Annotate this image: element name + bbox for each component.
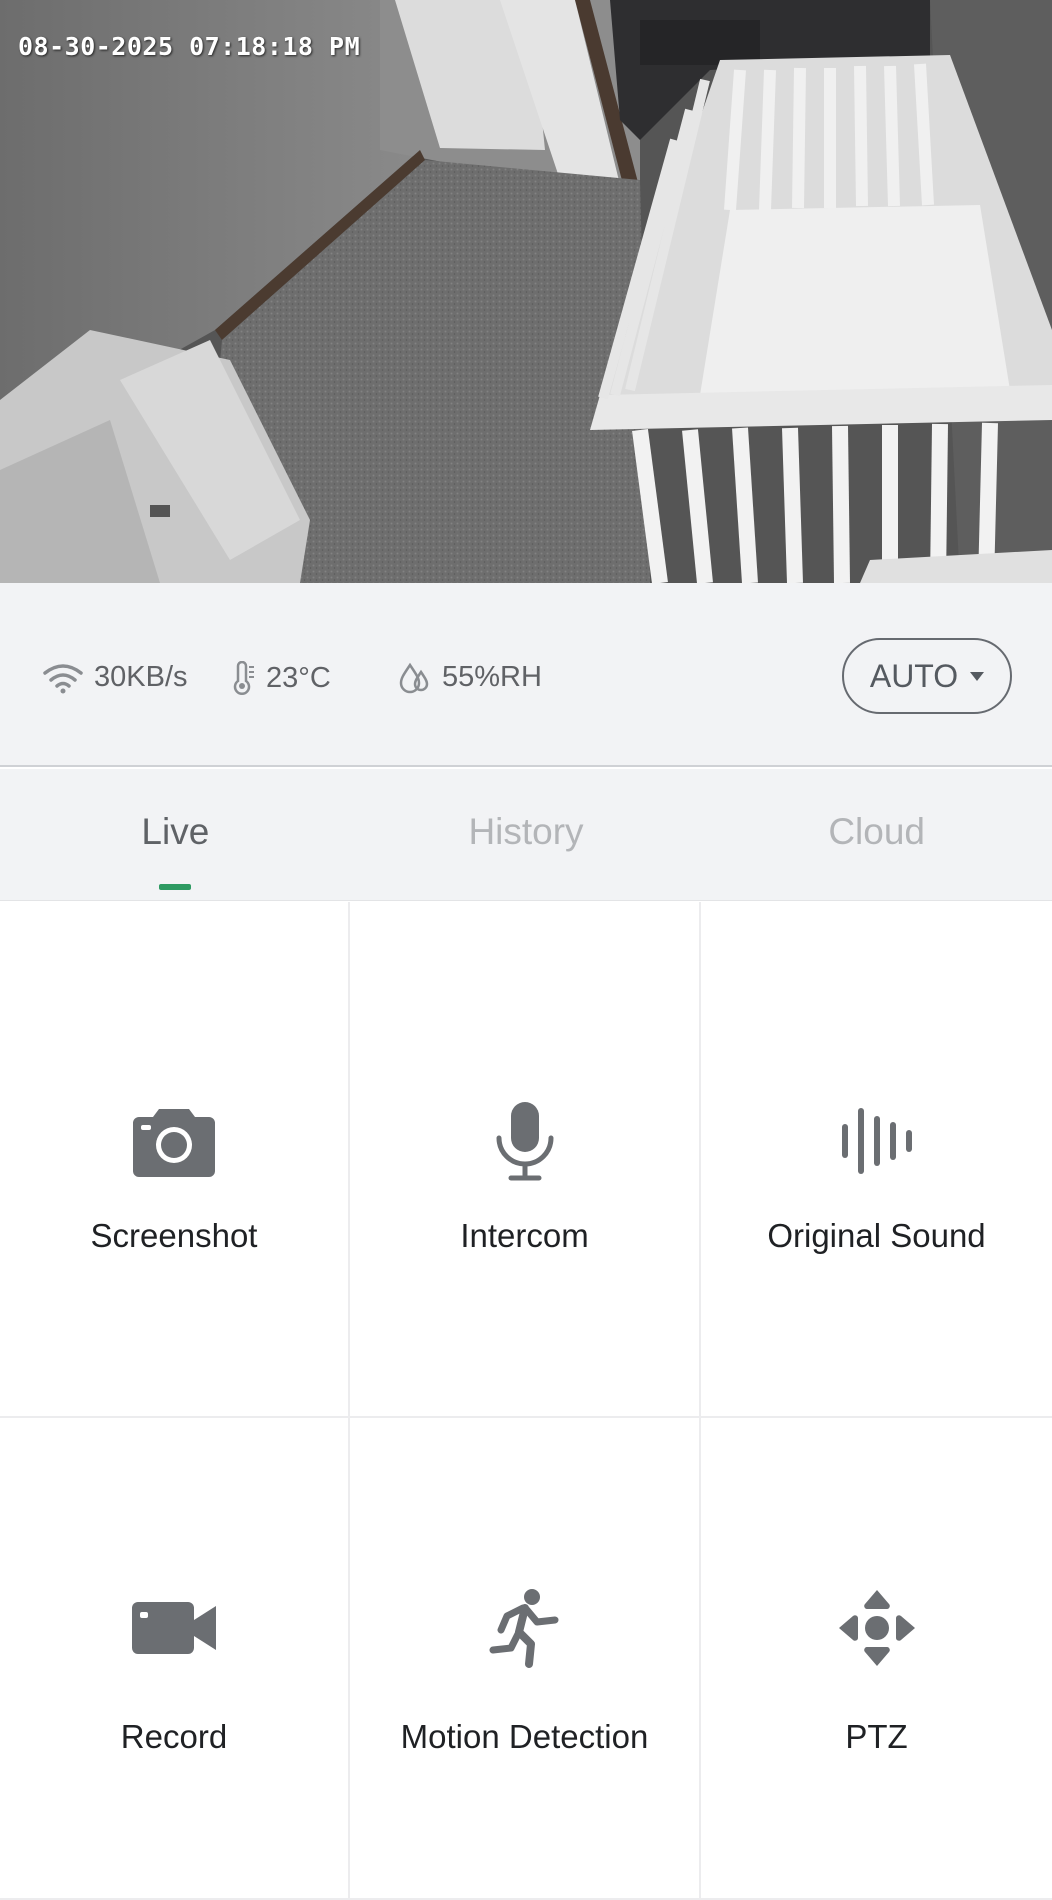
temperature-value: 23°C: [266, 661, 331, 694]
ptz-button[interactable]: PTZ: [701, 1418, 1052, 1900]
screenshot-label: Screenshot: [90, 1217, 258, 1254]
screenshot-button[interactable]: Screenshot: [0, 902, 350, 1418]
network-speed: 30KB/s: [42, 661, 188, 694]
running-person-icon: [480, 1583, 570, 1673]
camera-icon: [129, 1096, 219, 1186]
tab-live[interactable]: Live: [0, 769, 351, 900]
active-tab-indicator: [159, 884, 192, 890]
original-sound-button[interactable]: Original Sound: [701, 902, 1052, 1418]
intercom-button[interactable]: Intercom: [350, 902, 701, 1418]
record-label: Record: [120, 1718, 228, 1755]
camera-timestamp: 08-30-2025 07:18:18 PM: [18, 32, 361, 61]
ptz-arrows-icon: [832, 1583, 922, 1673]
caret-down-icon: [970, 671, 985, 681]
sound-wave-icon: [832, 1096, 922, 1186]
wifi-icon: [42, 662, 84, 694]
camera-app: 08-30-2025 07:18:18 PM 30KB/s 23°C 55%RH…: [0, 0, 1052, 1900]
video-quality-dropdown[interactable]: AUTO: [842, 638, 1012, 714]
speed-value: 30KB/s: [94, 661, 188, 693]
original-sound-label: Original Sound: [767, 1217, 986, 1254]
tab-history-label: History: [468, 811, 584, 852]
motion-detection-label: Motion Detection: [400, 1718, 649, 1755]
humidity-value: 55%RH: [442, 661, 542, 693]
intercom-label: Intercom: [460, 1217, 589, 1254]
motion-detection-button[interactable]: Motion Detection: [350, 1418, 701, 1900]
camera-live-view[interactable]: 08-30-2025 07:18:18 PM: [0, 0, 1052, 583]
record-button[interactable]: Record: [0, 1418, 350, 1900]
status-bar: 30KB/s 23°C 55%RH AUTO: [0, 583, 1052, 767]
video-camera-icon: [129, 1583, 219, 1673]
microphone-icon: [480, 1096, 570, 1186]
temperature: 23°C: [232, 661, 331, 695]
view-tabs: Live History Cloud: [0, 769, 1052, 901]
tab-history[interactable]: History: [351, 769, 702, 900]
tab-cloud-label: Cloud: [828, 811, 926, 852]
mode-label: AUTO: [869, 657, 959, 694]
thermometer-icon: [232, 661, 256, 695]
tab-cloud[interactable]: Cloud: [701, 769, 1052, 900]
ptz-label: PTZ: [845, 1718, 908, 1755]
humidity: 55%RH: [398, 661, 542, 694]
action-grid: Screenshot Intercom Original Sound Recor…: [0, 902, 1052, 1900]
humidity-icon: [398, 662, 432, 694]
camera-feed-image: [0, 0, 1052, 583]
